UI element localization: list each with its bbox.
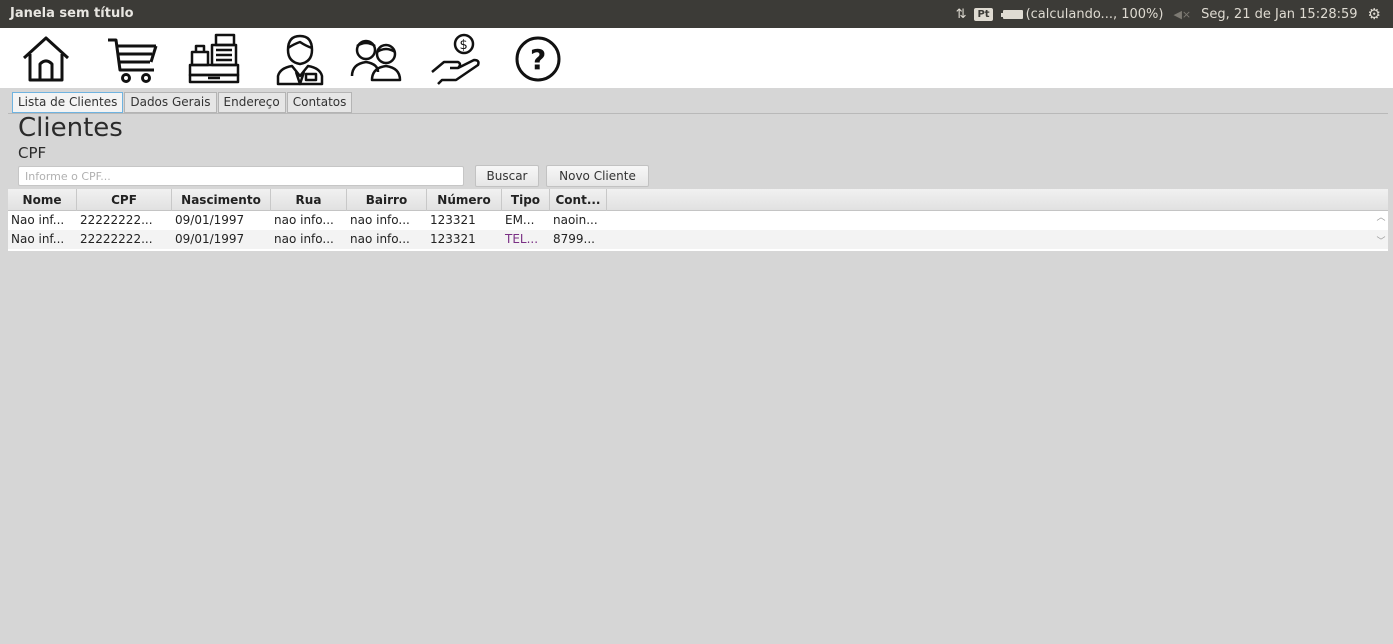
battery-indicator[interactable]: (calculando..., 100%) — [1000, 6, 1164, 22]
table-header: Nome CPF Nascimento Rua Bairro Número Ti… — [8, 189, 1388, 211]
payment-hand-icon[interactable]: $ — [428, 32, 484, 86]
users-icon[interactable] — [348, 32, 404, 86]
battery-status: (calculando..., 100%) — [1025, 6, 1164, 22]
user-icon[interactable] — [272, 32, 328, 86]
cell-bairro: nao info... — [350, 232, 410, 246]
column-header-tipo[interactable]: Tipo — [502, 189, 550, 211]
help-icon[interactable]: ? — [510, 32, 566, 86]
cell-nome: Nao inf... — [11, 213, 65, 227]
tab-contatos[interactable]: Contatos — [286, 92, 353, 113]
cell-tipo: EM... — [505, 213, 535, 227]
main-toolbar: $ ? — [0, 28, 1393, 88]
network-icon[interactable]: ⇅ — [956, 7, 967, 22]
main-panel: Lista de Clientes Dados Gerais Endereço … — [8, 88, 1388, 644]
cell-nascimento: 09/01/1997 — [175, 232, 245, 246]
cell-cpf: 22222222... — [80, 232, 153, 246]
column-header-nascimento[interactable]: Nascimento — [172, 189, 271, 211]
cart-icon[interactable] — [104, 32, 160, 86]
column-header-numero[interactable]: Número — [427, 189, 502, 211]
svg-text:?: ? — [530, 43, 546, 76]
system-top-bar: Janela sem título ⇅ Pt (calculando..., 1… — [0, 0, 1393, 28]
system-indicators: ⇅ Pt (calculando..., 100%) ◀× Seg, 21 de… — [956, 5, 1381, 23]
battery-icon — [1000, 9, 1023, 19]
column-header-bairro[interactable]: Bairro — [347, 189, 427, 211]
table-body: Nao inf... 22222222... 09/01/1997 nao in… — [8, 211, 1388, 251]
table-row[interactable]: Nao inf... 22222222... 09/01/1997 nao in… — [8, 230, 1388, 249]
home-icon[interactable] — [18, 32, 74, 86]
keyboard-layout-indicator[interactable]: Pt — [974, 7, 993, 21]
cell-numero: 123321 — [430, 213, 476, 227]
cell-contato: naoin... — [553, 213, 598, 227]
cell-contato: 8799... — [553, 232, 595, 246]
window-title: Janela sem título — [10, 6, 134, 21]
svg-text:$: $ — [460, 38, 468, 53]
column-header-rua[interactable]: Rua — [271, 189, 347, 211]
table-row[interactable]: Nao inf... 22222222... 09/01/1997 nao in… — [8, 211, 1388, 230]
tab-endereco[interactable]: Endereço — [217, 92, 286, 113]
cell-nascimento: 09/01/1997 — [175, 213, 245, 227]
clientes-table: Nome CPF Nascimento Rua Bairro Número Ti… — [8, 189, 1388, 252]
scroll-up-arrow-icon[interactable]: ︿ — [1374, 211, 1388, 225]
column-header-cpf[interactable]: CPF — [77, 189, 172, 211]
cell-nome: Nao inf... — [11, 232, 65, 246]
cell-rua: nao info... — [274, 213, 334, 227]
scroll-down-arrow-icon[interactable]: ﹀ — [1374, 235, 1388, 249]
column-header-filler — [607, 189, 1388, 211]
cell-rua: nao info... — [274, 232, 334, 246]
page-title: Clientes — [18, 113, 123, 143]
cpf-label: CPF — [18, 144, 47, 162]
column-header-contato[interactable]: Cont... — [550, 189, 607, 211]
tab-lista-de-clientes[interactable]: Lista de Clientes — [12, 92, 124, 113]
tab-separator — [8, 113, 1388, 114]
novo-cliente-button[interactable]: Novo Cliente — [546, 165, 649, 187]
sound-muted-icon[interactable]: ◀× — [1173, 8, 1191, 21]
tab-dados-gerais[interactable]: Dados Gerais — [124, 92, 217, 113]
system-settings-icon[interactable]: ⚙ — [1368, 5, 1381, 23]
column-header-nome[interactable]: Nome — [8, 189, 77, 211]
cell-cpf: 22222222... — [80, 213, 153, 227]
buscar-button[interactable]: Buscar — [475, 165, 539, 187]
cell-numero: 123321 — [430, 232, 476, 246]
cash-register-icon[interactable] — [186, 32, 242, 86]
cell-bairro: nao info... — [350, 213, 410, 227]
cell-tipo: TEL... — [505, 232, 539, 246]
clock[interactable]: Seg, 21 de Jan 15:28:59 — [1201, 7, 1357, 22]
cpf-search-input[interactable] — [18, 166, 464, 186]
tab-bar: Lista de Clientes Dados Gerais Endereço … — [12, 92, 353, 113]
